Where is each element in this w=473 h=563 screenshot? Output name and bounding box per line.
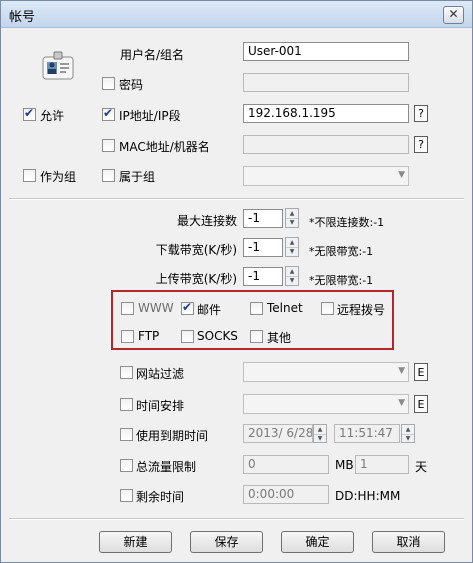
max-conn-input[interactable]: -1	[243, 209, 283, 228]
allow-label: 允许	[40, 109, 65, 123]
new-button[interactable]: 新建	[99, 531, 172, 553]
spin-down-icon[interactable]: ▼	[402, 434, 414, 443]
title-bar: 帐号 ✕	[1, 1, 472, 28]
expire-time-input[interactable]: 11:51:47	[334, 424, 400, 443]
spin-down-icon[interactable]: ▼	[286, 218, 298, 227]
ip-label: IP地址/IP段	[119, 109, 181, 123]
schedule-edit-button[interactable]: E	[414, 395, 428, 413]
as-group-checkbox[interactable]	[23, 169, 36, 182]
window-title: 帐号	[9, 10, 36, 25]
max-conn-label: 最大连接数	[176, 214, 237, 228]
schedule-checkbox[interactable]	[120, 398, 133, 411]
separator	[9, 198, 464, 200]
as-group-label: 作为组	[40, 170, 77, 184]
separator	[9, 518, 464, 520]
remote-dial-label: 远程拨号	[337, 303, 386, 317]
socks-checkbox[interactable]	[181, 330, 194, 343]
download-input[interactable]: -1	[243, 238, 283, 257]
web-filter-edit-button[interactable]: E	[414, 363, 428, 381]
remain-format: DD:HH:MM	[335, 489, 401, 503]
download-label: 下载带宽(K/秒)	[155, 243, 237, 257]
upload-hint: *无限带宽:-1	[309, 274, 374, 287]
www-checkbox[interactable]	[121, 302, 134, 315]
traffic-unit: MB	[335, 458, 354, 472]
save-button[interactable]: 保存	[190, 531, 263, 553]
socks-label: SOCKS	[197, 329, 238, 343]
mail-checkbox[interactable]	[181, 300, 194, 315]
schedule-select[interactable]: ▼	[243, 394, 409, 414]
mac-help-button[interactable]: ?	[414, 136, 428, 153]
ftp-checkbox[interactable]	[121, 330, 134, 343]
web-filter-select[interactable]: ▼	[243, 362, 409, 382]
mail-label: 邮件	[197, 303, 222, 317]
spin-down-icon[interactable]: ▼	[286, 247, 298, 256]
expire-date-spinner[interactable]: ▲ ▼	[313, 424, 327, 443]
ip-input[interactable]: 192.168.1.195	[243, 104, 409, 123]
remain-checkbox[interactable]	[120, 489, 133, 502]
spin-down-icon[interactable]: ▼	[314, 434, 326, 443]
traffic-days-unit: 天	[415, 460, 428, 474]
download-spinner[interactable]: ▲ ▼	[285, 237, 299, 257]
traffic-checkbox[interactable]	[120, 459, 133, 472]
id-card-icon	[42, 51, 74, 81]
belong-group-checkbox[interactable]	[102, 169, 115, 182]
belong-group-label: 属于组	[119, 170, 156, 184]
download-hint: *无限带宽:-1	[309, 245, 374, 258]
account-dialog: 帐号 ✕ 用户名/组名 User-001 密码 允许 IP地址/IP段 192.…	[0, 0, 473, 563]
telnet-checkbox[interactable]	[250, 302, 263, 315]
ip-checkbox[interactable]	[102, 106, 115, 121]
remote-dial-checkbox[interactable]	[321, 302, 334, 315]
username-label: 用户名/组名	[120, 48, 185, 62]
max-conn-spinner[interactable]: ▲ ▼	[285, 208, 299, 228]
other-checkbox[interactable]	[250, 330, 263, 343]
password-input[interactable]	[243, 73, 409, 92]
expire-label: 使用到期时间	[136, 429, 209, 443]
remain-input[interactable]: 0:00:00	[243, 485, 329, 504]
ok-button[interactable]: 确定	[281, 531, 354, 553]
traffic-days-input[interactable]: 1	[355, 455, 409, 474]
allow-checkbox[interactable]	[23, 106, 36, 121]
close-button[interactable]: ✕	[443, 6, 464, 24]
web-filter-checkbox[interactable]	[120, 366, 133, 379]
password-checkbox[interactable]	[102, 77, 115, 90]
telnet-label: Telnet	[267, 301, 303, 315]
password-label: 密码	[119, 78, 144, 92]
group-select[interactable]: ▼	[243, 166, 409, 186]
ftp-label: FTP	[138, 329, 160, 343]
chevron-down-icon: ▼	[398, 366, 405, 376]
upload-spinner[interactable]: ▲ ▼	[285, 266, 299, 286]
username-input[interactable]: User-001	[243, 42, 409, 61]
max-conn-hint: *不限连接数:-1	[309, 216, 385, 229]
remain-label: 剩余时间	[136, 490, 185, 504]
expire-checkbox[interactable]	[120, 428, 133, 441]
ip-help-button[interactable]: ?	[414, 105, 428, 122]
expire-date-input[interactable]: 2013/ 6/28	[243, 424, 313, 443]
www-label: WWW	[138, 301, 174, 315]
web-filter-label: 网站过滤	[136, 367, 185, 381]
cancel-button[interactable]: 取消	[372, 531, 445, 553]
mac-label: MAC地址/机器名	[119, 140, 210, 154]
chevron-down-icon: ▼	[398, 398, 405, 408]
chevron-down-icon: ▼	[398, 170, 405, 180]
upload-label: 上传带宽(K/秒)	[155, 272, 237, 286]
mac-checkbox[interactable]	[102, 139, 115, 152]
traffic-input[interactable]: 0	[243, 455, 329, 474]
schedule-label: 时间安排	[136, 399, 185, 413]
spin-down-icon[interactable]: ▼	[286, 276, 298, 285]
mac-input[interactable]	[243, 135, 409, 154]
other-label: 其他	[267, 331, 292, 345]
traffic-label: 总流量限制	[136, 460, 197, 474]
upload-input[interactable]: -1	[243, 267, 283, 286]
expire-time-spinner[interactable]: ▲ ▼	[401, 424, 415, 443]
